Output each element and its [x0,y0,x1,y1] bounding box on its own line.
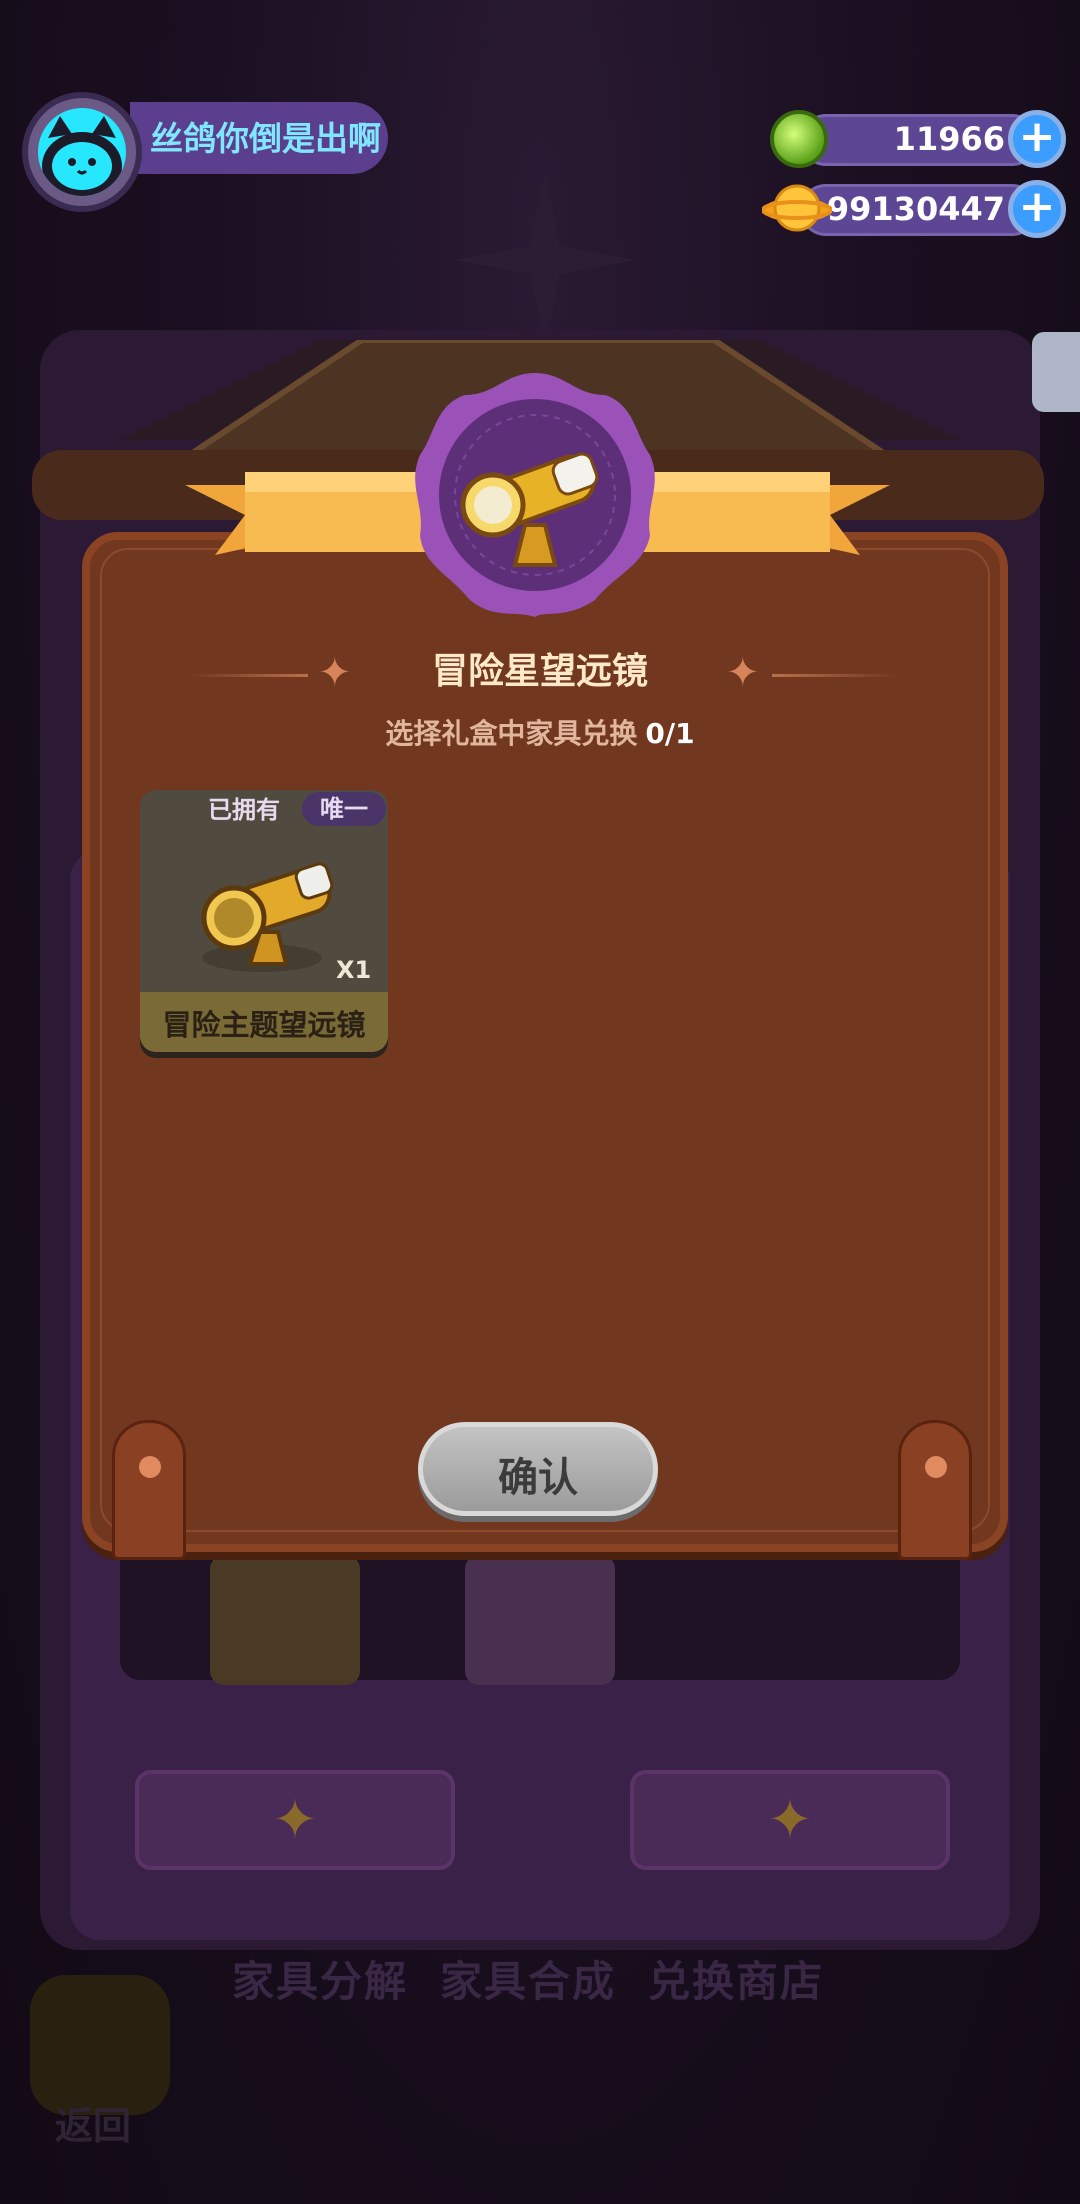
cat-avatar-icon[interactable] [38,108,126,196]
telescope-icon [201,862,334,972]
bg-gift-box-icon [465,1555,615,1685]
add-gem-button[interactable]: + [1008,110,1066,168]
dialog-title: 冒险星望远镜 [431,651,648,692]
telescope-emblem [415,373,655,617]
star-icon: ✦ [726,650,760,696]
panel-post-right [898,1420,972,1560]
subtitle-text: 选择礼盒中家具兑换 [385,717,638,750]
confirm-button-label: 确认 [498,1455,578,1501]
unique-badge: 唯一 [302,792,386,826]
bg-star-icon: ✦ [767,1788,813,1851]
panel-rivet [925,1456,947,1478]
item-quantity: X1 [336,956,372,984]
bg-tab-exchange-shop: 兑换商店 [648,1957,825,2006]
bg-star-icon: ✦ [272,1788,318,1851]
bg-tab-decompose: 家具分解 [232,1957,409,2006]
title-decoration-right [772,674,897,677]
coin-icon [762,184,832,232]
gem-icon [770,110,828,168]
item-name: 冒险主题望远镜 [162,1008,366,1042]
bg-back-button [30,1975,170,2115]
dialog-subtitle: 选择礼盒中家具兑换 0/1 [0,712,1080,752]
owned-badge: 已拥有 [208,796,280,824]
bg-shop-button: ✦ [630,1770,950,1870]
panel-rivet [139,1456,161,1478]
add-coin-button[interactable]: + [1008,180,1066,238]
bg-gift-box-icon [210,1555,360,1685]
bg-decompose-button: ✦ [135,1770,455,1870]
panel-post-left [112,1420,186,1560]
bg-back-label: 返回 [55,2104,132,2148]
bg-tab-synthesis: 家具合成 [440,1957,617,2006]
selection-progress: 0/1 [645,717,695,750]
player-name: 丝鸽你倒是出啊 [150,119,381,158]
